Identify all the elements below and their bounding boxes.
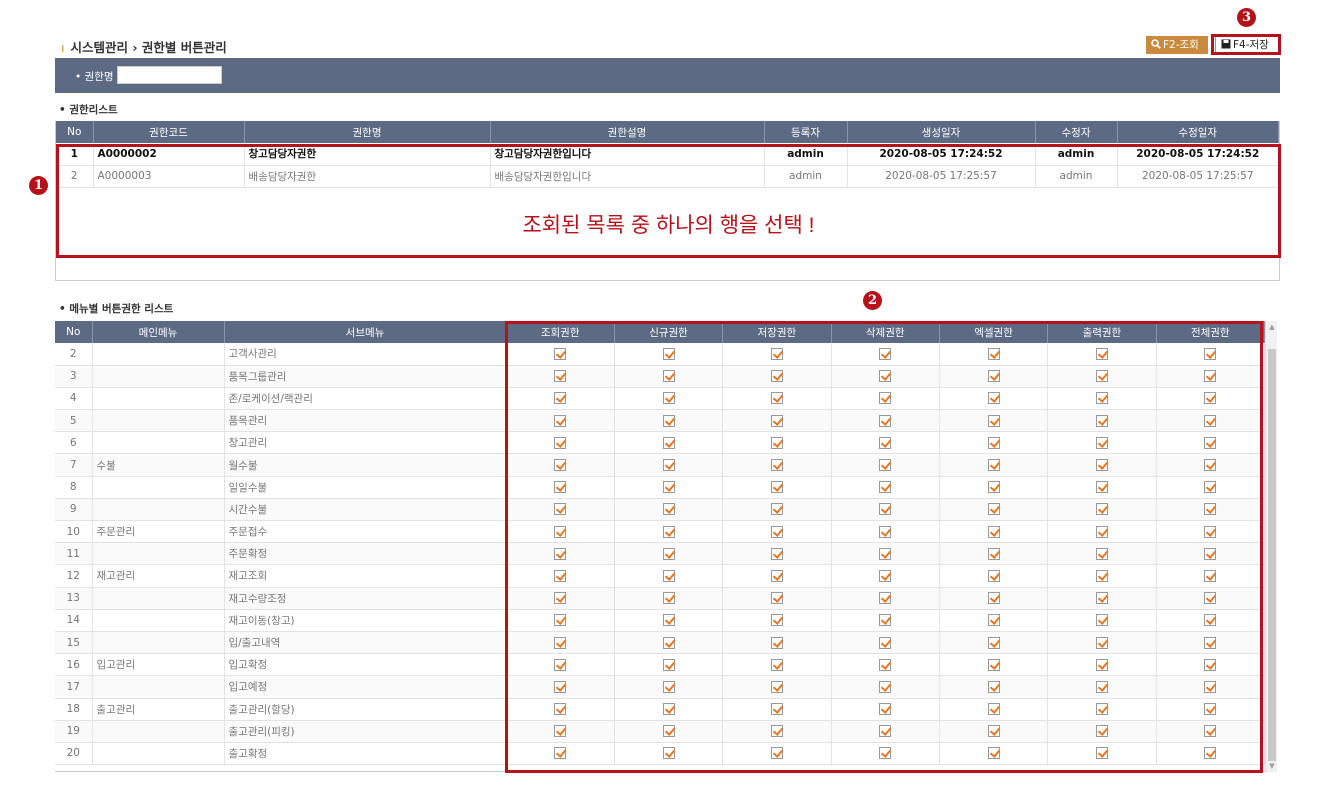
cell-main-menu xyxy=(92,431,225,455)
cell-sub-menu: 주문확정 xyxy=(224,542,507,566)
scroll-up-icon[interactable]: ▲ xyxy=(1268,322,1276,332)
annotation-marker-2: 2 xyxy=(863,291,882,310)
cell-main-menu xyxy=(92,720,225,743)
cell-sub-menu: 입/출고내역 xyxy=(224,631,507,655)
breadcrumb-parent: 시스템관리 xyxy=(70,40,128,55)
cell-no: 17 xyxy=(55,675,93,699)
cell-main-menu xyxy=(92,609,225,632)
cell-sub-menu: 시간수불 xyxy=(224,498,507,522)
scroll-down-icon[interactable]: ▼ xyxy=(1268,761,1276,771)
page-title: ı 시스템관리 › 권한별 버튼관리 xyxy=(61,40,227,55)
cell-no: 2 xyxy=(55,343,93,366)
col-modifier[interactable]: 수정자 xyxy=(1035,121,1118,143)
cell-sub-menu: 출고관리(피킹) xyxy=(224,720,507,743)
cell-main-menu xyxy=(92,742,225,766)
header-bar: ı 시스템관리 › 권한별 버튼관리 xyxy=(55,34,1280,56)
col-created-date[interactable]: 생성일자 xyxy=(847,121,1036,143)
roles-section-title: • 권한리스트 xyxy=(59,104,118,116)
cell-main-menu: 재고관리 xyxy=(92,564,225,588)
cell-sub-menu: 입고확정 xyxy=(224,653,507,677)
col-creator[interactable]: 등록자 xyxy=(764,121,848,143)
role-name-label: • 권한명 xyxy=(75,71,114,83)
cell-sub-menu: 창고관리 xyxy=(224,431,507,455)
cell-no: 19 xyxy=(55,720,93,743)
cell-sub-menu: 일일수불 xyxy=(224,476,507,499)
annotation-marker-3: 3 xyxy=(1237,8,1256,27)
scrollbar[interactable]: ▲ ▼ xyxy=(1265,321,1277,772)
cell-main-menu: 주문관리 xyxy=(92,520,225,544)
cell-main-menu xyxy=(92,631,225,655)
cell-sub-menu: 재고조회 xyxy=(224,564,507,588)
role-name-input[interactable] xyxy=(117,66,222,84)
cell-no: 15 xyxy=(55,631,93,655)
cell-no: 12 xyxy=(55,564,93,588)
cell-no: 5 xyxy=(55,409,93,433)
cell-no: 10 xyxy=(55,520,93,544)
col-modified-date[interactable]: 수정일자 xyxy=(1117,121,1279,143)
cell-main-menu xyxy=(92,587,225,610)
cell-main-menu: 수불 xyxy=(92,453,225,477)
cell-no: 8 xyxy=(55,476,93,499)
cell-main-menu xyxy=(92,498,225,522)
cell-main-menu xyxy=(92,542,225,566)
cell-sub-menu: 존/로케이션/랙관리 xyxy=(224,387,507,411)
col-no[interactable]: No xyxy=(56,121,94,143)
menu-section-title: • 메뉴별 버튼권한 리스트 xyxy=(59,303,174,315)
cell-main-menu xyxy=(92,409,225,433)
cell-no: 20 xyxy=(55,742,93,766)
cell-main-menu: 입고관리 xyxy=(92,653,225,677)
scroll-thumb[interactable] xyxy=(1268,349,1276,761)
cell-no: 9 xyxy=(55,498,93,522)
breadcrumb-current: 권한별 버튼관리 xyxy=(141,40,227,55)
annotation-marker-1: 1 xyxy=(29,176,48,195)
annotation-box-roles: 조회된 목록 중 하나의 행을 선택 ! xyxy=(56,144,1281,258)
cell-sub-menu: 입고예정 xyxy=(224,675,507,699)
col-role-desc[interactable]: 권한설명 xyxy=(490,121,765,143)
annotation-box-save xyxy=(1211,34,1281,55)
cell-no: 4 xyxy=(55,387,93,411)
cell-no: 11 xyxy=(55,542,93,566)
cell-sub-menu: 재고수량조정 xyxy=(224,587,507,610)
cell-sub-menu: 품목그룹관리 xyxy=(224,365,507,388)
cell-sub-menu: 재고이동(창고) xyxy=(224,609,507,632)
cell-main-menu xyxy=(92,365,225,388)
cell-sub-menu: 출고관리(할당) xyxy=(224,698,507,721)
cell-main-menu xyxy=(92,387,225,411)
col-no[interactable]: No xyxy=(55,321,93,343)
cell-no: 13 xyxy=(55,587,93,610)
cell-no: 18 xyxy=(55,698,93,721)
search-button[interactable]: F2-조회 xyxy=(1146,36,1208,54)
col-sub-menu[interactable]: 서브메뉴 xyxy=(224,321,507,343)
cell-main-menu xyxy=(92,476,225,499)
col-main-menu[interactable]: 메인메뉴 xyxy=(92,321,225,343)
cell-no: 6 xyxy=(55,431,93,455)
col-role-code[interactable]: 권한코드 xyxy=(93,121,245,143)
cell-sub-menu: 주문접수 xyxy=(224,520,507,544)
filter-bar: • 권한명 xyxy=(55,58,1280,93)
cell-sub-menu: 월수불 xyxy=(224,453,507,477)
cell-main-menu xyxy=(92,343,225,366)
cell-main-menu xyxy=(92,675,225,699)
cell-no: 7 xyxy=(55,453,93,477)
cell-no: 3 xyxy=(55,365,93,388)
annotation-box-permissions xyxy=(505,321,1263,773)
cell-sub-menu: 고객사관리 xyxy=(224,343,507,366)
col-role-name[interactable]: 권한명 xyxy=(244,121,491,143)
cell-sub-menu: 품목관리 xyxy=(224,409,507,433)
roles-header-row: No 권한코드 권한명 권한설명 등록자 생성일자 수정자 수정일자 xyxy=(56,121,1279,143)
annotation-instruction: 조회된 목록 중 하나의 행을 선택 ! xyxy=(522,214,815,237)
cell-main-menu: 출고관리 xyxy=(92,698,225,721)
cell-sub-menu: 출고확정 xyxy=(224,742,507,766)
cell-no: 16 xyxy=(55,653,93,677)
search-icon xyxy=(1151,39,1161,49)
cell-no: 14 xyxy=(55,609,93,632)
breadcrumb-separator: › xyxy=(132,40,138,55)
search-button-label: F2-조회 xyxy=(1163,39,1199,51)
